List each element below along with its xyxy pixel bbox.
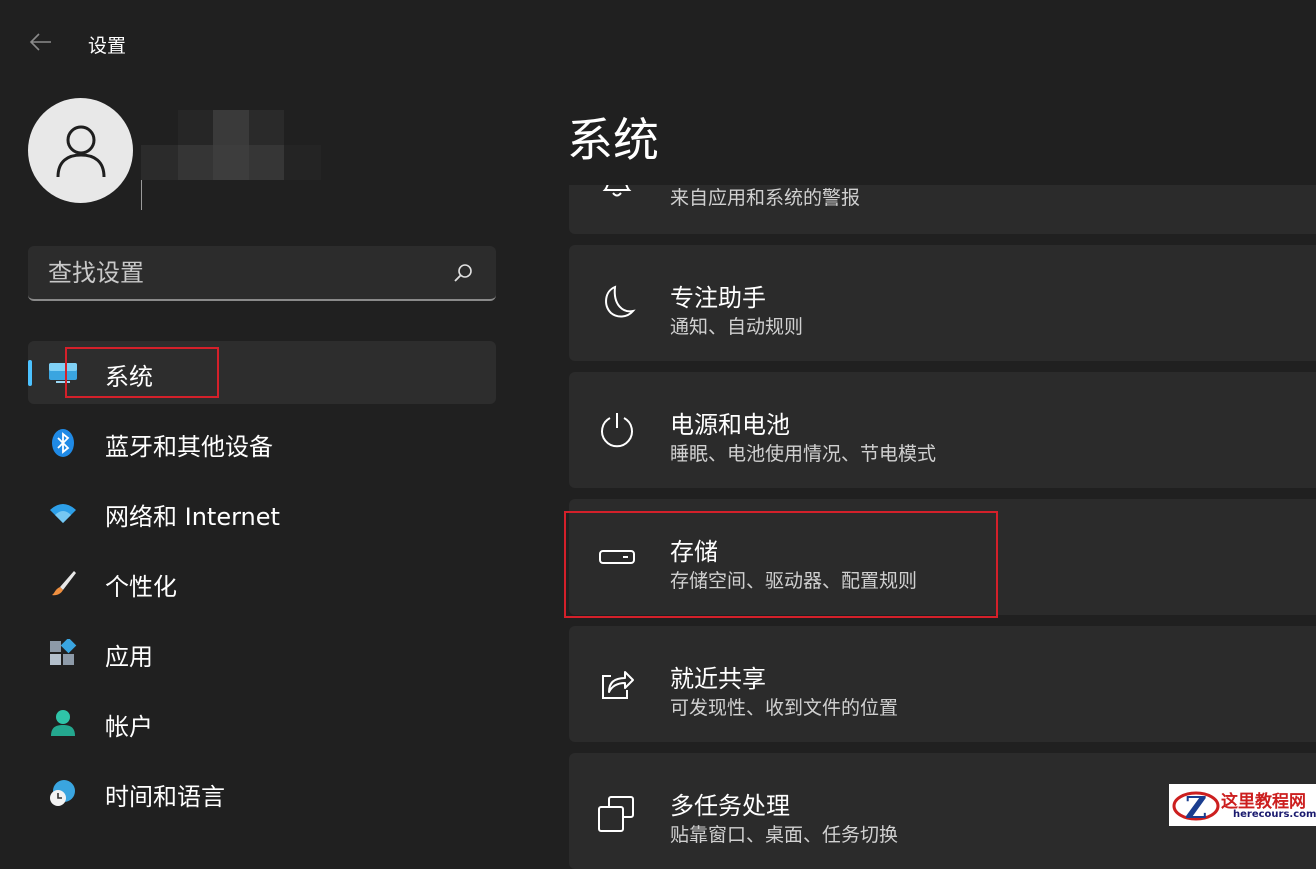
card-subtitle: 睡眠、电池使用情况、节电模式: [670, 443, 937, 465]
nav-label-system: 系统: [105, 363, 153, 391]
nav-label-accounts: 帐户: [105, 713, 153, 741]
watermark-logo-icon: Z: [1172, 791, 1220, 826]
back-arrow-icon: [29, 33, 51, 51]
card-nearby-sharing[interactable]: 就近共享 可发现性、收到文件的位置: [569, 626, 1316, 742]
nav-item-network[interactable]: 网络和 Internet: [28, 481, 496, 544]
system-monitor-icon: [49, 363, 77, 383]
page-title: 系统: [567, 113, 659, 167]
card-subtitle: 来自应用和系统的警报: [670, 187, 861, 209]
back-button[interactable]: [26, 28, 56, 56]
storage-drive-icon: [599, 550, 635, 564]
pixelated-user-name: [141, 110, 321, 182]
card-subtitle: 可发现性、收到文件的位置: [670, 697, 899, 719]
search-input[interactable]: [46, 256, 430, 290]
svg-text:Z: Z: [1185, 791, 1207, 826]
card-subtitle: 存储空间、驱动器、配置规则: [670, 570, 918, 592]
nav-item-bluetooth[interactable]: 蓝牙和其他设备: [28, 411, 496, 474]
card-title: 就近共享: [670, 665, 766, 693]
nav-label-personalization: 个性化: [105, 573, 177, 601]
nav-label-apps: 应用: [105, 643, 153, 671]
card-subtitle: 贴靠窗口、桌面、任务切换: [670, 824, 899, 846]
watermark: Z 这里教程网 herecours.com: [1169, 784, 1316, 826]
nav-item-personalization[interactable]: 个性化: [28, 551, 496, 614]
card-title: 专注助手: [670, 284, 766, 312]
nav-item-apps[interactable]: 应用: [28, 621, 496, 684]
selection-indicator: [28, 360, 32, 386]
nav-item-system[interactable]: 系统: [28, 341, 496, 404]
card-power-battery[interactable]: 电源和电池 睡眠、电池使用情况、节电模式: [569, 372, 1316, 488]
card-subtitle: 通知、自动规则: [670, 316, 804, 338]
watermark-domain: herecours.com: [1233, 809, 1316, 820]
card-title: 电源和电池: [670, 411, 790, 439]
card-title: 存储: [670, 538, 718, 566]
nav-item-accounts[interactable]: 帐户: [28, 691, 496, 754]
moon-icon: [605, 285, 636, 318]
search-box[interactable]: [28, 246, 496, 301]
bluetooth-icon: [52, 429, 74, 457]
wifi-icon: [50, 504, 76, 523]
card-focus-assist[interactable]: 专注助手 通知、自动规则: [569, 245, 1316, 361]
card-storage[interactable]: 存储 存储空间、驱动器、配置规则: [569, 499, 1316, 615]
nav-label-bluetooth: 蓝牙和其他设备: [105, 433, 273, 461]
nav-label-network: 网络和 Internet: [105, 503, 280, 531]
text-caret: [141, 180, 142, 210]
nav-label-time-language: 时间和语言: [105, 783, 225, 811]
multitasking-icon: [598, 796, 634, 832]
apps-icon: [50, 639, 77, 665]
nav-item-time-language[interactable]: 时间和语言: [28, 761, 496, 824]
card-notifications[interactable]: 来自应用和系统的警报: [569, 185, 1316, 234]
card-title: 多任务处理: [670, 792, 790, 820]
app-title: 设置: [88, 35, 127, 57]
globe-clock-icon: [50, 780, 75, 806]
avatar[interactable]: [28, 98, 133, 203]
user-icon: [56, 125, 105, 177]
share-icon: [602, 671, 634, 699]
power-icon: [601, 413, 633, 448]
paintbrush-icon: [52, 571, 76, 596]
search-icon[interactable]: [452, 262, 474, 284]
account-icon: [51, 710, 75, 736]
